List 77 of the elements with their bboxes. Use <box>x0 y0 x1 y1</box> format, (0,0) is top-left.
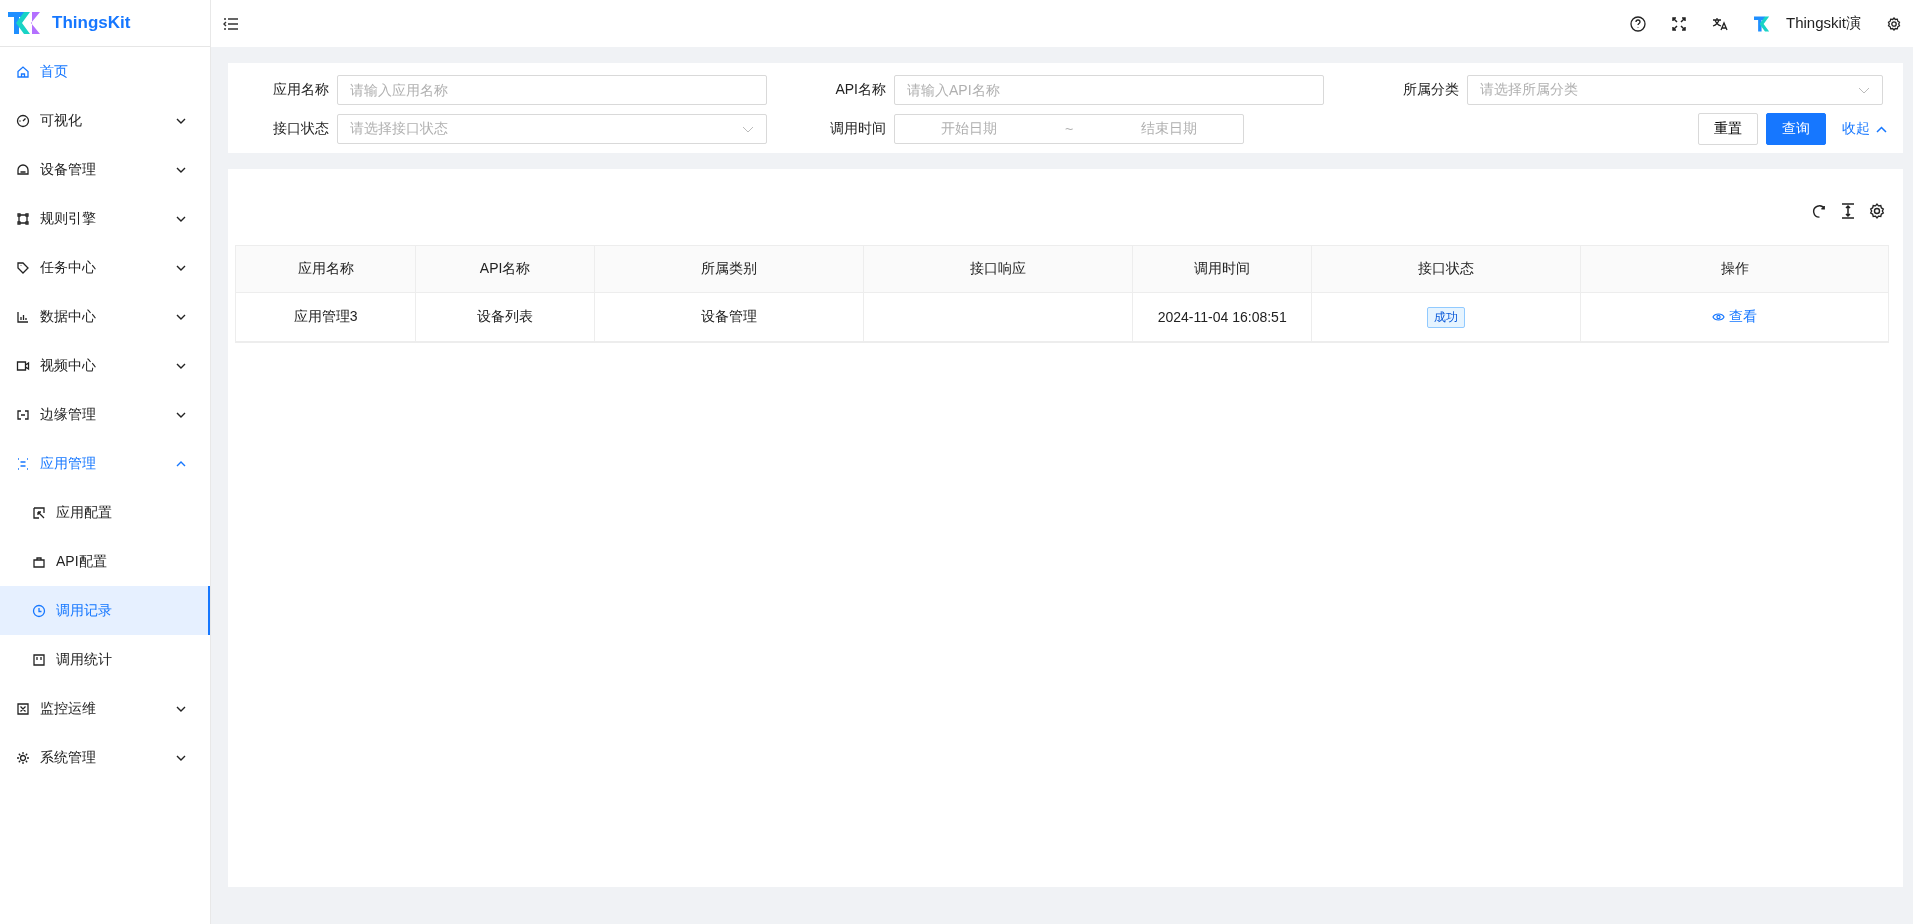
column-header: 应用名称 <box>236 246 417 292</box>
chevron-icon <box>1858 86 1870 94</box>
sidebar-subitem[interactable]: 调用统计 <box>0 635 210 684</box>
home-icon <box>16 64 30 79</box>
gear-icon <box>16 750 30 765</box>
sidebar-item[interactable]: 数据中心 <box>0 292 210 341</box>
caret-up-icon <box>1876 125 1887 133</box>
eye-icon <box>1712 312 1726 322</box>
cursor-icon <box>32 505 46 520</box>
chevron-icon <box>176 362 186 369</box>
gauge-icon <box>16 113 30 128</box>
sidebar-subitem[interactable]: 调用记录 <box>0 586 210 635</box>
table-cell: 2024-11-04 16:08:51 <box>1133 293 1313 341</box>
sidebar-item[interactable]: 可视化 <box>0 96 210 145</box>
brand-name: ThingsKit <box>52 13 131 33</box>
chevron-icon <box>176 754 186 761</box>
router-icon <box>16 162 30 177</box>
status-tag: 成功 <box>1427 306 1466 328</box>
sidebar-item[interactable]: 设备管理 <box>0 145 210 194</box>
chevron-icon <box>176 166 186 173</box>
chevron-icon <box>176 117 186 124</box>
column-header: 接口响应 <box>864 246 1134 292</box>
bar-chart-icon <box>16 309 30 324</box>
menu-fold-icon[interactable] <box>223 16 239 31</box>
chevron-icon <box>176 411 186 418</box>
board-icon <box>32 652 46 667</box>
table-cell: 设备列表 <box>416 293 596 341</box>
sidebar-item[interactable]: 边缘管理 <box>0 390 210 439</box>
column-header: API名称 <box>416 246 596 292</box>
chevron-icon <box>176 313 186 320</box>
link-icon <box>16 407 30 422</box>
settings-icon[interactable] <box>1869 203 1885 219</box>
list-icon <box>16 456 30 471</box>
chevron-icon <box>176 264 186 271</box>
sidebar-item[interactable]: 任务中心 <box>0 243 210 292</box>
sidebar-item[interactable]: 系统管理 <box>0 733 210 782</box>
column-header: 接口状态 <box>1312 246 1582 292</box>
nodes-icon <box>16 211 30 226</box>
reset-button[interactable]: 重置 <box>1698 113 1758 145</box>
sidebar-item[interactable]: 监控运维 <box>0 684 210 733</box>
video-icon <box>16 358 30 373</box>
settings-icon[interactable] <box>1887 16 1901 31</box>
sidebar-subitem[interactable]: 应用配置 <box>0 488 210 537</box>
user-name[interactable]: Thingskit演 <box>1785 14 1861 33</box>
field-label: 所属分类 <box>1402 81 1460 99</box>
row-height-icon[interactable] <box>1841 203 1855 219</box>
field-label: 接口状态 <box>272 120 330 138</box>
field-label: 应用名称 <box>272 81 330 99</box>
fullscreen-icon[interactable] <box>1671 16 1686 31</box>
field-label: API名称 <box>834 81 887 99</box>
column-header: 调用时间 <box>1133 246 1313 292</box>
sidebar-item[interactable]: 规则引擎 <box>0 194 210 243</box>
sidebar-item[interactable]: 首页 <box>0 47 210 96</box>
collapse-link[interactable]: 收起 <box>1834 120 1887 138</box>
chevron-icon <box>176 460 186 467</box>
translate-icon[interactable] <box>1711 16 1728 31</box>
bag-icon <box>32 554 46 569</box>
chevron-icon <box>176 215 186 222</box>
help-icon[interactable] <box>1629 15 1646 32</box>
input-field[interactable]: 请输入API名称 <box>894 75 1324 105</box>
chevron-icon <box>742 125 754 133</box>
input-field[interactable]: 请输入应用名称 <box>337 75 767 105</box>
view-link[interactable]: 查看 <box>1712 308 1758 326</box>
table-cell: 设备管理 <box>595 293 865 341</box>
sidebar-item[interactable]: 视频中心 <box>0 341 210 390</box>
field-label: 调用时间 <box>829 120 887 138</box>
column-header: 操作 <box>1719 259 1750 278</box>
column-header: 所属类别 <box>595 246 865 292</box>
clock-icon <box>32 603 46 618</box>
table-cell: 应用管理3 <box>236 293 417 341</box>
logo-icon <box>8 12 40 34</box>
tag-icon <box>16 260 30 275</box>
chevron-icon <box>176 705 186 712</box>
search-button[interactable]: 查询 <box>1766 113 1826 145</box>
refresh-icon[interactable] <box>1812 203 1827 219</box>
sidebar-subitem[interactable]: API配置 <box>0 537 210 586</box>
sidebar-item[interactable]: 应用管理 <box>0 439 210 488</box>
